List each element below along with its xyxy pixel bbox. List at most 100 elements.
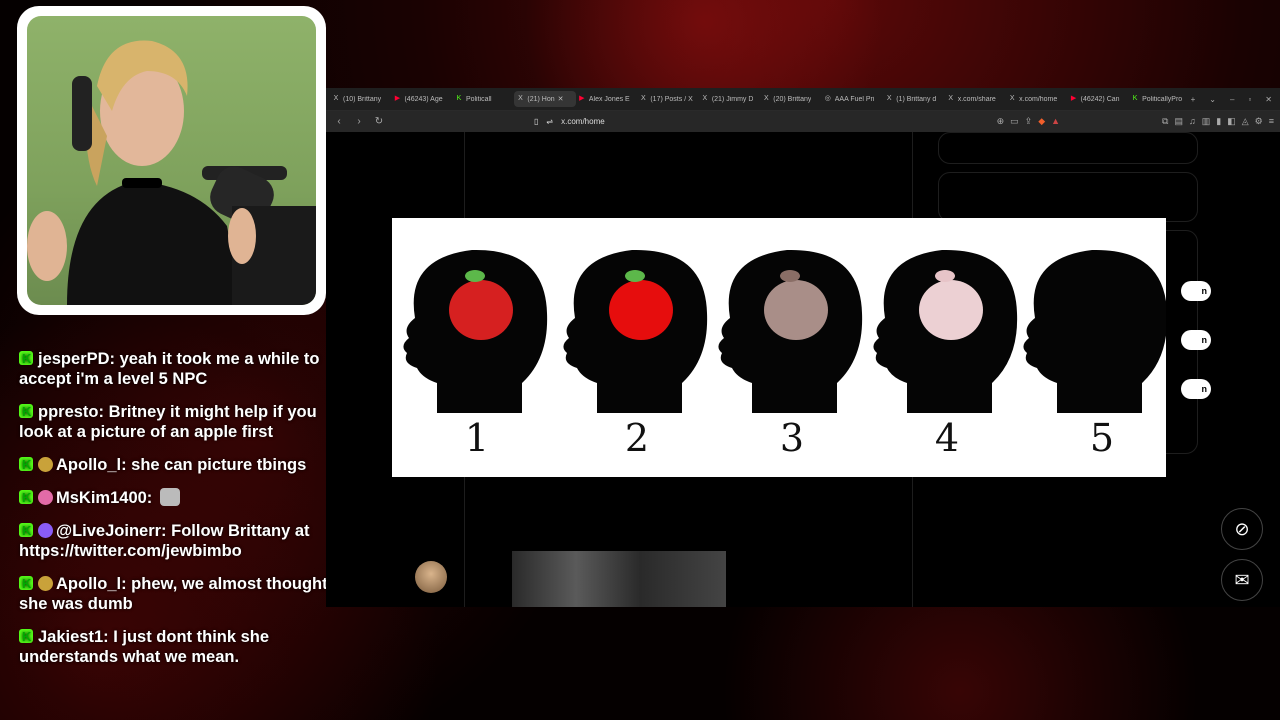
wallet-icon[interactable]: ▤ (1174, 116, 1183, 127)
follow-button[interactable]: n (1181, 281, 1211, 301)
window-controls: + ⌄ – ▫ ✕ (1191, 95, 1280, 104)
chat-text (152, 489, 157, 507)
browser-tab[interactable]: Xx.com/home (1006, 95, 1067, 103)
close-tab-icon[interactable]: ✕ (558, 95, 564, 103)
forward-icon[interactable]: › (354, 116, 364, 127)
tab-label: (46243) Age (404, 95, 443, 103)
back-icon[interactable]: ‹ (334, 116, 344, 127)
chat-message: Apollo_l: phew, we almost thought she wa… (19, 574, 329, 614)
minimize-icon[interactable]: – (1230, 95, 1234, 104)
tab-label: (10) Brittany (343, 95, 382, 103)
chat-username[interactable]: @LiveJoinerr: (56, 522, 167, 540)
maximize-icon[interactable]: ▫ (1248, 95, 1251, 104)
level-number: 1 (465, 416, 489, 460)
chat-message: Apollo_l: she can picture tbings (19, 455, 329, 475)
tab-favicon-icon: K (1132, 95, 1138, 102)
chat-username[interactable]: Apollo_l: (56, 456, 127, 474)
apple-icon (449, 280, 513, 340)
reader-icon[interactable]: ▮ (1216, 116, 1221, 127)
browser-tab[interactable]: X (1) Brittany d (883, 95, 944, 103)
tab-label: (21) Jimmy D (711, 95, 754, 103)
user-badge-icon (38, 457, 53, 472)
tab-label: Politicall (465, 95, 492, 103)
url-text: x.com/home (561, 117, 605, 126)
chat-username[interactable]: Jakiest1: (38, 628, 109, 646)
kick-badge-icon (19, 627, 33, 647)
post-video-thumbnail[interactable] (512, 551, 726, 607)
head-level-4: 4 (873, 249, 1018, 460)
chat-username[interactable]: Apollo_l: (56, 575, 127, 593)
post-author-avatar[interactable] (415, 561, 447, 593)
level-number: 3 (780, 416, 804, 460)
head-level-1: 1 (403, 249, 548, 460)
tab-label: PoliticallyPro (1142, 95, 1183, 103)
share-icon[interactable]: ⇪ (1025, 116, 1033, 127)
x-timeline-page: n n n 1 2 3 4 5 (326, 132, 1280, 607)
tab-list-icon[interactable]: ⌄ (1209, 95, 1216, 104)
browser-tab[interactable]: X (21) Jimmy D (699, 95, 760, 103)
browser-tab[interactable]: K PoliticallyPro (1129, 95, 1190, 103)
user-badge-icon (38, 490, 53, 505)
vpn-icon[interactable]: ◬ (1242, 116, 1249, 127)
zoom-icon[interactable]: ⊕ (997, 116, 1005, 127)
tab-favicon-icon: ▶ (1070, 95, 1077, 102)
menu-icon[interactable]: ≡ (1269, 116, 1274, 127)
kick-badge-icon (19, 402, 33, 422)
search-box[interactable] (938, 132, 1198, 164)
level-number: 2 (625, 416, 649, 460)
url-field[interactable]: ▯ ⇌ x.com/home (534, 117, 605, 126)
browser-tab[interactable]: ▶ (46243) Age (391, 95, 452, 103)
tab-favicon-icon: X (702, 95, 708, 102)
browser-tab[interactable]: K Politicall (453, 95, 514, 103)
tab-favicon-icon: ▶ (394, 95, 401, 102)
tab-label: (21) Hon (527, 95, 555, 103)
tab-label: (17) Posts / X (650, 95, 693, 103)
meme-graphic: 1 2 3 4 5 (403, 249, 1166, 460)
browser-tab[interactable]: ▶ (46242) Can (1068, 95, 1129, 103)
extensions-icon[interactable]: ⧉ (1162, 116, 1168, 127)
tab-label: AAA Fuel Pri (834, 95, 875, 103)
chat-panel: jesperPD: yeah it took me a while to acc… (19, 349, 329, 680)
browser-tab[interactable]: ▶ Alex Jones E (576, 95, 637, 103)
level-number: 4 (935, 416, 959, 460)
profile-icon[interactable]: ◧ (1227, 116, 1236, 127)
apple-icon (609, 280, 673, 340)
webcam-video (27, 16, 316, 305)
sidebar-icon[interactable]: ▥ (1202, 116, 1211, 127)
browser-tab[interactable]: Xx.com/share (945, 95, 1006, 103)
chat-message: Jakiest1: I just dont think she understa… (19, 627, 329, 667)
tab-favicon-icon: K (456, 95, 462, 102)
chat-username[interactable]: ppresto: (38, 403, 104, 421)
chat-text: she can picture tbings (126, 456, 307, 474)
media-icon[interactable]: ♫ (1189, 116, 1196, 127)
tab-label: (46242) Can (1080, 95, 1120, 103)
grok-icon[interactable]: ⊘ (1221, 508, 1263, 550)
new-tab-icon[interactable]: + (1191, 95, 1196, 104)
browser-tab[interactable]: X (17) Posts / X (637, 95, 698, 103)
brave-shield-icon[interactable]: ◆ (1038, 116, 1045, 127)
tab-label: (1) Brittany d (896, 95, 937, 103)
browser-tab[interactable]: X (20) Brittany (760, 95, 821, 103)
chat-username[interactable]: jesperPD: (38, 350, 115, 368)
settings-icon[interactable]: ⚙ (1255, 116, 1263, 127)
messages-icon[interactable]: ✉ (1221, 559, 1263, 601)
close-window-icon[interactable]: ✕ (1265, 95, 1272, 104)
cast-icon[interactable]: ▭ (1010, 116, 1019, 127)
tab-favicon-icon: X (886, 95, 892, 102)
head-level-3: 3 (718, 249, 863, 460)
follow-button[interactable]: n (1181, 330, 1211, 350)
reload-icon[interactable]: ↻ (374, 116, 384, 127)
chat-message: jesperPD: yeah it took me a while to acc… (19, 349, 329, 389)
head-level-5: 5 (1023, 249, 1166, 460)
bookmark-icon[interactable]: ▯ (534, 117, 538, 126)
site-info-icon[interactable]: ⇌ (546, 117, 553, 126)
rewards-icon[interactable]: ▲ (1051, 116, 1060, 127)
chat-message: @LiveJoinerr: Follow Brittany at https:/… (19, 521, 329, 561)
chat-username[interactable]: MsKim1400: (56, 489, 152, 507)
chat-message: ppresto: Britney it might help if you lo… (19, 402, 329, 442)
follow-button[interactable]: n (1181, 379, 1211, 399)
browser-tab[interactable]: ◎ AAA Fuel Pri (822, 95, 883, 103)
webcam-frame (17, 6, 326, 315)
browser-tab[interactable]: X (10) Brittany (330, 95, 391, 103)
browser-tab[interactable]: X (21) Hon ✕ (514, 91, 576, 107)
